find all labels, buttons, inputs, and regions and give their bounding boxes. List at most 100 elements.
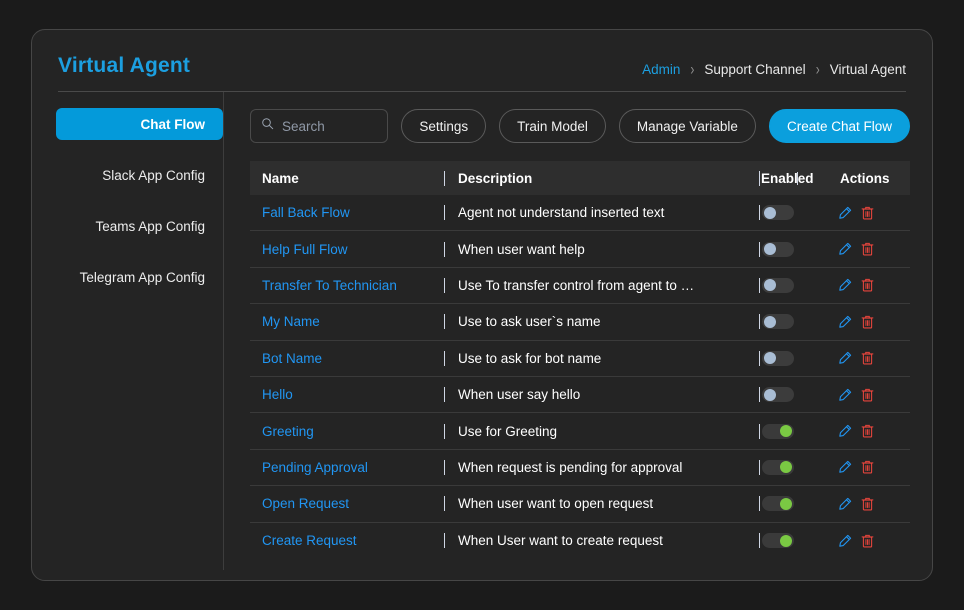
table-cell-name: Transfer To Technician [250, 278, 444, 293]
table-cell-description: When user want to open request [445, 496, 759, 511]
enabled-toggle[interactable] [762, 423, 794, 439]
description-text: Use for Greeting [458, 423, 558, 439]
column-header-enabled[interactable]: Enabled [760, 171, 832, 186]
table-cell-actions [832, 242, 910, 256]
table-cell-actions [832, 460, 910, 474]
enabled-toggle[interactable] [762, 533, 794, 549]
table-cell-enabled [760, 423, 832, 439]
edit-icon[interactable] [838, 460, 852, 474]
chat-flow-link[interactable]: Bot Name [262, 351, 322, 366]
sidebar-item-label: Telegram App Config [79, 269, 205, 285]
table-cell-description: Use to ask user`s name [445, 314, 759, 329]
enabled-toggle[interactable] [762, 350, 794, 366]
sidebar-item-slack-app-config[interactable]: Slack App Config [56, 159, 223, 191]
sidebar-item-chat-flow[interactable]: Chat Flow [56, 108, 223, 140]
manage-variable-button[interactable]: Manage Variable [618, 109, 756, 143]
toggle-knob [764, 315, 776, 328]
chat-flow-link[interactable]: Pending Approval [262, 460, 368, 475]
sidebar-item-telegram-app-config[interactable]: Telegram App Config [56, 261, 223, 293]
column-header-enabled-label: Enabled [761, 170, 814, 186]
breadcrumb-item-support-channel[interactable]: Support Channel [704, 62, 805, 77]
toggle-knob [780, 497, 792, 510]
page-header: Virtual Agent Admin › Support Channel › … [32, 30, 932, 92]
table-cell-description: Use for Greeting [445, 424, 759, 439]
settings-button[interactable]: Settings [401, 109, 487, 143]
enabled-toggle[interactable] [762, 314, 794, 330]
edit-icon[interactable] [838, 242, 852, 256]
edit-icon[interactable] [838, 388, 852, 402]
table-row: Help Full Flow When user want help [250, 231, 910, 268]
table-cell-actions [832, 388, 910, 402]
enabled-toggle[interactable] [762, 277, 794, 293]
breadcrumb-item-virtual-agent: Virtual Agent [829, 61, 906, 77]
table-body: Fall Back Flow Agent not understand inser… [250, 195, 910, 559]
table-row: Bot Name Use to ask for bot name [250, 341, 910, 377]
edit-icon[interactable] [838, 497, 852, 511]
create-chat-flow-button[interactable]: Create Chat Flow [768, 109, 910, 143]
train-model-button[interactable]: Train Model [499, 109, 606, 143]
delete-icon[interactable] [861, 242, 874, 256]
chat-flow-link[interactable]: Help Full Flow [262, 242, 348, 257]
delete-icon[interactable] [861, 388, 874, 402]
table-cell-description: When user want help [445, 242, 759, 257]
table-row: Create Request When User want to create r… [250, 523, 910, 559]
chat-flow-link[interactable]: Greeting [262, 424, 314, 439]
enabled-toggle[interactable] [762, 459, 794, 475]
sidebar-item-teams-app-config[interactable]: Teams App Config [56, 210, 223, 242]
table-cell-actions [832, 424, 910, 438]
table-cell-enabled [760, 241, 832, 257]
description-text: Agent not understand inserted text [458, 205, 665, 221]
table-row: Greeting Use for Greeting [250, 413, 910, 450]
edit-icon[interactable] [838, 315, 852, 329]
edit-icon[interactable] [838, 424, 852, 438]
column-header-name[interactable]: Name [250, 171, 444, 186]
description-text: When user say hello [458, 387, 581, 403]
chat-flow-link[interactable]: Hello [262, 387, 293, 402]
column-header-actions[interactable]: Actions [832, 171, 910, 186]
chat-flow-link[interactable]: Fall Back Flow [262, 205, 350, 220]
table-row: Hello When user say hello [250, 377, 910, 414]
table-row: Fall Back Flow Agent not understand inser… [250, 195, 910, 232]
delete-icon[interactable] [861, 424, 874, 438]
description-text: When User want to create request [458, 533, 663, 549]
enabled-toggle[interactable] [762, 205, 794, 221]
toggle-knob [764, 243, 776, 256]
search-input[interactable] [282, 118, 378, 134]
toggle-knob [764, 388, 776, 401]
enabled-toggle[interactable] [762, 496, 794, 512]
chevron-right-icon: › [815, 59, 820, 79]
column-header-description[interactable]: Description [445, 171, 759, 186]
edit-icon[interactable] [838, 206, 852, 220]
delete-icon[interactable] [861, 497, 874, 511]
chat-flow-link[interactable]: My Name [262, 314, 320, 329]
chat-flow-link[interactable]: Create Request [262, 533, 357, 548]
delete-icon[interactable] [861, 315, 874, 329]
enabled-toggle[interactable] [762, 241, 794, 257]
delete-icon[interactable] [861, 534, 874, 548]
virtual-agent-card: Virtual Agent Admin › Support Channel › … [31, 29, 933, 581]
chat-flow-link[interactable]: Transfer To Technician [262, 278, 397, 293]
description-text: When user want to open request [458, 496, 654, 512]
edit-icon[interactable] [838, 278, 852, 292]
delete-icon[interactable] [861, 206, 874, 220]
chat-flow-link[interactable]: Open Request [262, 496, 349, 511]
table-cell-enabled [760, 496, 832, 512]
toolbar: Settings Train Model Manage Variable Cre… [250, 108, 910, 144]
edit-icon[interactable] [838, 534, 852, 548]
toggle-knob [780, 461, 792, 474]
table-cell-name: Pending Approval [250, 460, 444, 475]
search-box[interactable] [250, 109, 389, 143]
sidebar-item-label: Teams App Config [95, 218, 205, 234]
delete-icon[interactable] [861, 351, 874, 365]
breadcrumb-item-admin[interactable]: Admin [642, 62, 680, 77]
sidebar-item-label: Slack App Config [102, 167, 205, 183]
enabled-toggle[interactable] [762, 387, 794, 403]
description-text: Use to ask for bot name [458, 350, 602, 366]
edit-icon[interactable] [838, 351, 852, 365]
sidebar-item-label: Chat Flow [140, 116, 206, 132]
delete-icon[interactable] [861, 278, 874, 292]
table-cell-actions [832, 497, 910, 511]
table-cell-enabled [760, 387, 832, 403]
table-cell-enabled [760, 459, 832, 475]
delete-icon[interactable] [861, 460, 874, 474]
